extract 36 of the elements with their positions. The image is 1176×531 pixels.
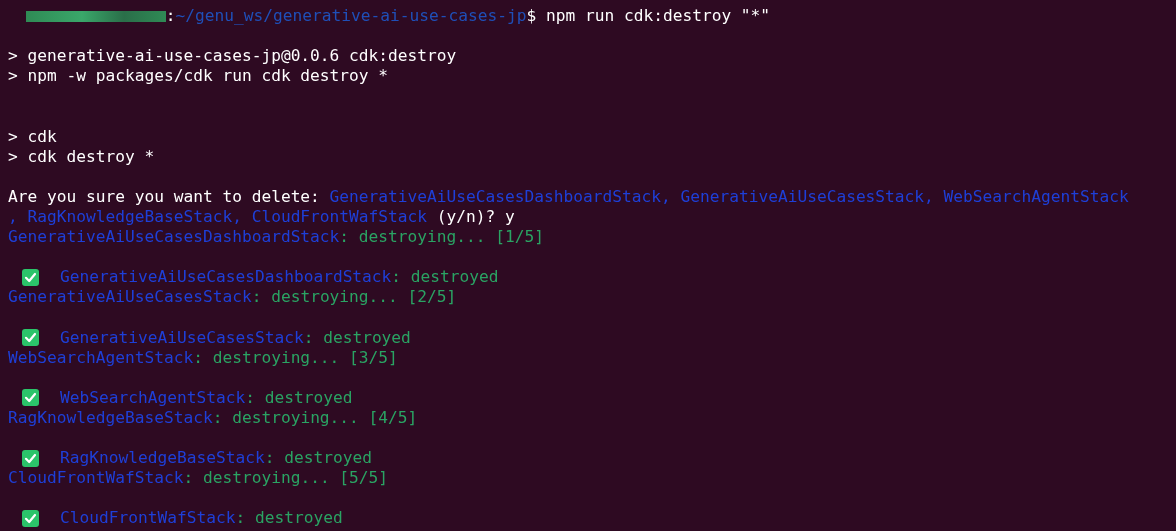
output-text: (y/n)? y: [435, 206, 515, 228]
check-icon: [22, 329, 39, 347]
stack-name: GenerativeAiUseCasesDashboardStack: [8, 227, 340, 248]
check-icon: [22, 268, 39, 286]
output-text: :: [165, 6, 176, 27]
status-text: : destroyed: [264, 448, 372, 469]
check-icon: [22, 449, 39, 467]
stack-name: , RagKnowledgeBaseStack, CloudFrontWafStack: [8, 206, 428, 228]
output-text: Are you sure you want to delete:: [8, 186, 321, 207]
stack-name: GenerativeAiUseCasesStack: [60, 327, 304, 348]
stack-name: CloudFrontWafStack: [60, 508, 236, 529]
path-text: ~/genu_ws/generative-ai-use-cases-jp: [175, 6, 527, 27]
check-icon: [22, 389, 39, 407]
output-text: > cdk: [8, 126, 57, 147]
status-text: : destroyed: [303, 327, 411, 348]
status-text: : destroyed: [235, 508, 343, 529]
status-text: : destroying... [4/5]: [212, 407, 418, 428]
status-text: : destroying... [2/5]: [251, 287, 457, 308]
check-icon: [22, 509, 39, 527]
status-text: : destroying... [1/5]: [339, 227, 545, 248]
output-text: > npm -w packages/cdk run cdk destroy *: [8, 66, 389, 87]
stack-name: GenerativeAiUseCasesDashboardStack: [60, 267, 392, 288]
output-text: > cdk destroy *: [8, 146, 155, 167]
stack-name: RagKnowledgeBaseStack: [8, 407, 213, 428]
status-text: : destroyed: [391, 267, 499, 288]
status-text: : destroying... [3/5]: [193, 347, 398, 368]
stack-name: WebSearchAgentStack: [8, 347, 194, 368]
stack-name: WebSearchAgentStack: [60, 387, 246, 408]
stack-name: CloudFrontWafStack: [8, 468, 184, 489]
stack-name: GenerativeAiUseCasesStack: [8, 287, 252, 308]
status-text: : destroying... [5/5]: [183, 468, 389, 489]
stack-name: RagKnowledgeBaseStack: [60, 448, 265, 469]
output-text: $ npm run cdk:destroy "*": [526, 6, 771, 27]
stack-name: GenerativeAiUseCasesDashboardStack, GenerativeAiUseCasesStack, WebSearchAgentStack: [329, 186, 1129, 207]
output-text: > generative-ai-use-cases-jp@0.0.6 cdk:destroy: [8, 46, 457, 67]
status-text: : destroyed: [245, 387, 353, 408]
